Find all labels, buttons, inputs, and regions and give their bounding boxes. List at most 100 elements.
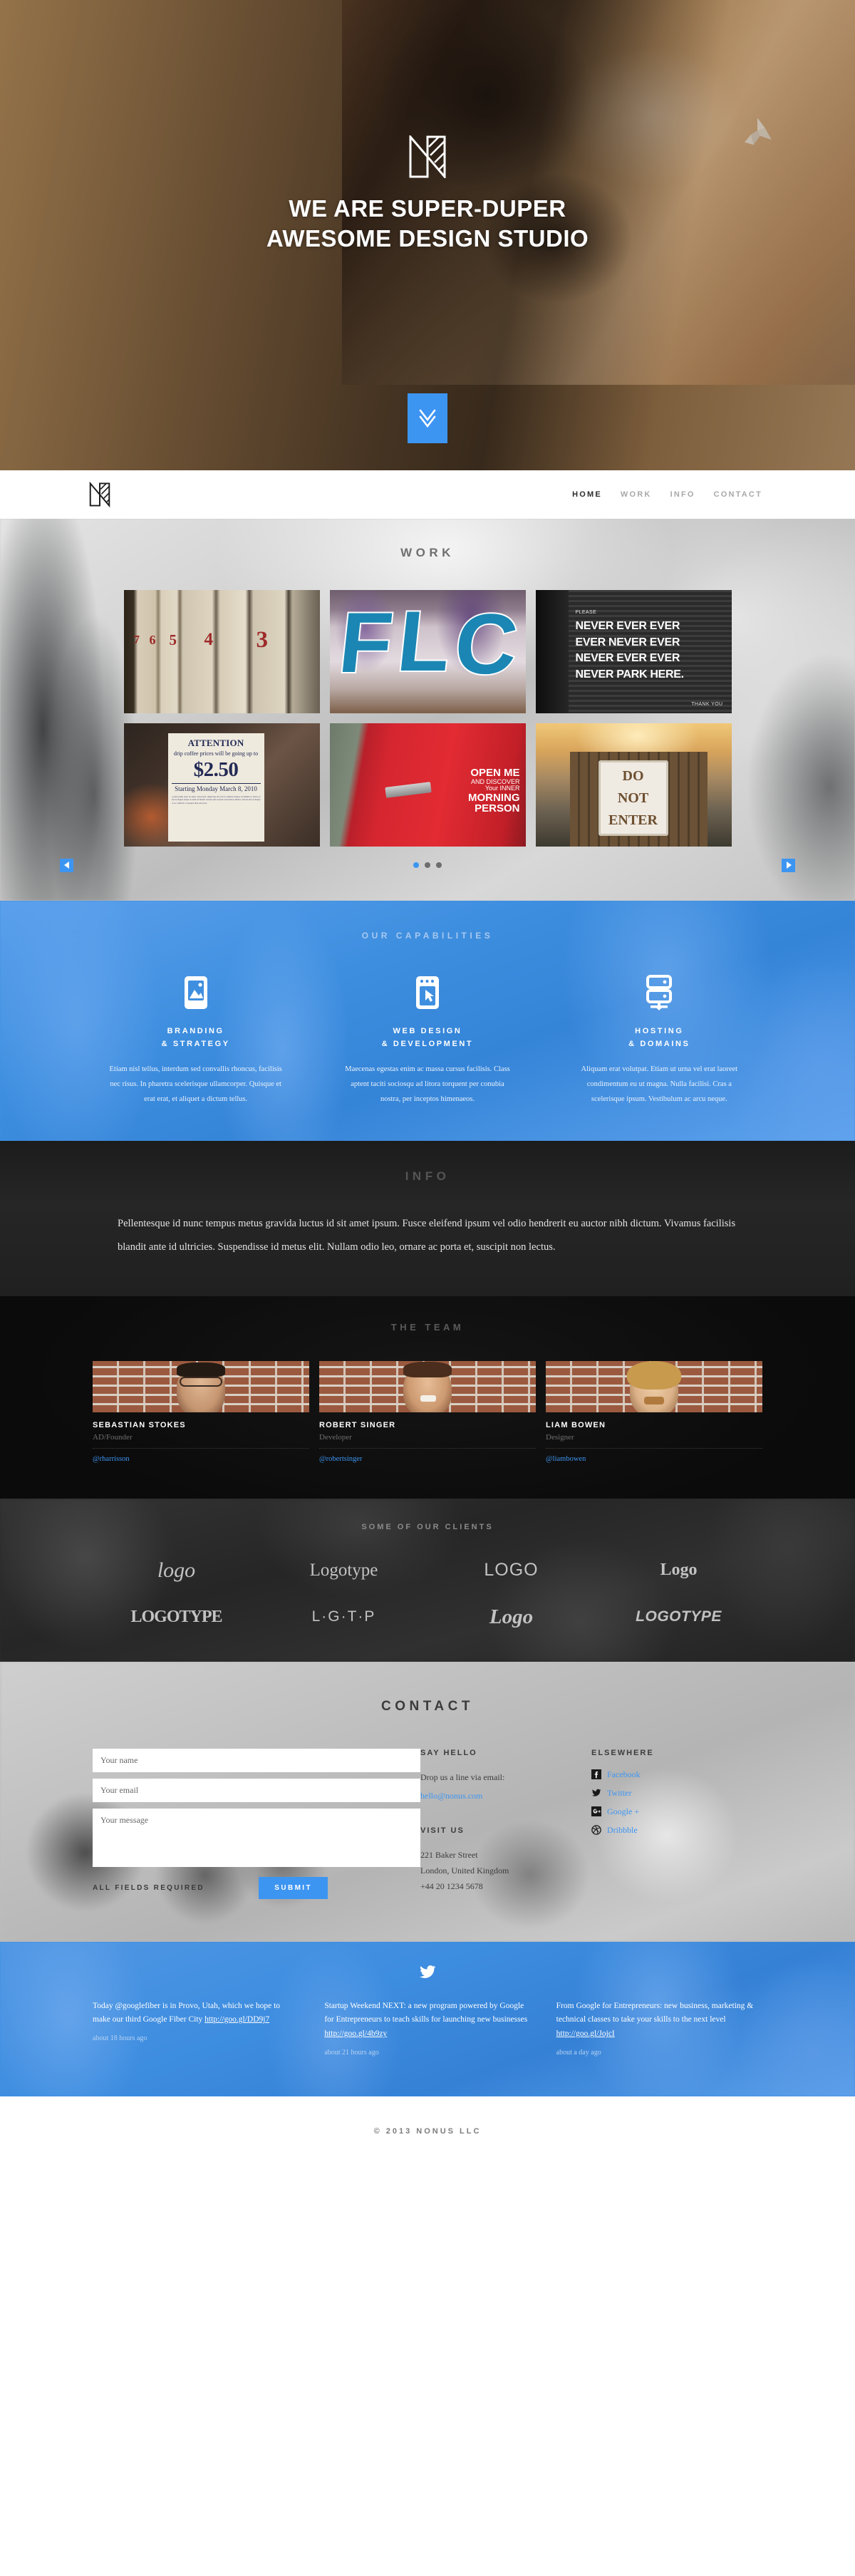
tweet-text: Startup Weekend NEXT: a new program powe… <box>324 2001 528 2039</box>
google-plus-label[interactable]: Google + <box>607 1806 639 1817</box>
email-input[interactable] <box>93 1778 420 1802</box>
nav-link-home[interactable]: HOME <box>572 490 602 499</box>
info-title: INFO <box>405 1169 450 1184</box>
required-fields-note: ALL FIELDS REQUIRED <box>93 1883 204 1892</box>
tweet-link[interactable]: http://goo.gl/4b9zy <box>324 2029 387 2038</box>
coffee-poster: ATTENTION drip coffee prices will be goi… <box>167 733 264 842</box>
carousel-dot-1[interactable] <box>413 862 419 868</box>
address-line-1: 221 Baker Street <box>420 1849 478 1860</box>
twitter-label[interactable]: Twitter <box>607 1788 631 1799</box>
team-photo-liam <box>546 1360 762 1412</box>
elsewhere-links: ELSEWHERE Facebook Twitter Google + Drib… <box>591 1749 762 1899</box>
info-body: Pellentesque id nunc tempus metus gravid… <box>118 1218 736 1253</box>
tweet-text: Today @googlefiber is in Provo, Utah, wh… <box>93 2001 281 2024</box>
social-link-twitter[interactable]: Twitter <box>591 1788 762 1799</box>
team-member-handle[interactable]: @liambowen <box>546 1455 586 1463</box>
phone-number: +44 20 1234 5678 <box>420 1881 483 1892</box>
work-item-red-door[interactable]: OPEN ME AND DISCOVER Your INNER MORNING … <box>329 723 526 847</box>
clients-grid: logo Logotype LOGO Logo LOGOTYPE L·G·T·P… <box>93 1558 762 1629</box>
scroll-down-button[interactable] <box>408 393 447 443</box>
page-footer: © 2013 NONUS LLC <box>0 2096 855 2166</box>
capability-web-design: WEB DESIGN & DEVELOPMENT Maecenas egesta… <box>324 972 530 1107</box>
tweet-link[interactable]: http://goo.gl/JojcI <box>556 2029 615 2038</box>
work-item-never-park-here[interactable]: PLEASE NEVER EVER EVER EVER NEVER EVER N… <box>535 590 732 713</box>
tweet-timestamp: about a day ago <box>556 2048 601 2057</box>
chevron-left-icon <box>63 862 69 869</box>
capabilities-grid: BRANDING & STRATEGY Etiam nisl tellus, i… <box>93 972 762 1107</box>
message-input[interactable] <box>93 1808 420 1867</box>
carousel-dot-2[interactable] <box>425 862 430 868</box>
team-member-name: SEBASTIAN STOKES <box>93 1420 186 1429</box>
carousel-dot-3[interactable] <box>436 862 442 868</box>
address-line-2: London, United Kingdom <box>420 1865 509 1876</box>
contact-email-link[interactable]: hello@nonus.com <box>420 1791 482 1801</box>
tweet-item: Startup Weekend NEXT: a new program powe… <box>324 2000 530 2057</box>
clients-section: SOME OF OUR CLIENTS logo Logotype LOGO L… <box>0 1498 855 1662</box>
contact-form: ALL FIELDS REQUIRED SUBMIT <box>93 1748 420 1899</box>
tweet-link[interactable]: http://goo.gl/DD9j7 <box>204 2015 269 2024</box>
client-logo-4[interactable]: Logo <box>660 1561 697 1580</box>
main-navigation: HOME WORK INFO CONTACT <box>0 470 855 519</box>
work-item-graffiti[interactable]: F L C <box>329 590 526 713</box>
twitter-bird-icon <box>420 1965 436 1978</box>
capability-web-design-name: WEB DESIGN & DEVELOPMENT <box>381 1027 474 1049</box>
visit-us-heading: VISIT US <box>420 1826 465 1835</box>
team-member-role: Designer <box>546 1433 762 1449</box>
social-link-facebook[interactable]: Facebook <box>591 1769 762 1780</box>
dribbble-icon <box>591 1825 601 1835</box>
capabilities-title: OUR CAPABILITIES <box>361 931 494 941</box>
work-item-numbered-doors[interactable]: 7 6 5 4 3 <box>123 590 320 713</box>
facebook-label[interactable]: Facebook <box>607 1769 641 1780</box>
hero-title: WE ARE SUPER-DUPER AWESOME DESIGN STUDIO <box>0 194 855 254</box>
hero-content: WE ARE SUPER-DUPER AWESOME DESIGN STUDIO <box>0 135 855 254</box>
client-logo-6[interactable]: L·G·T·P <box>312 1608 376 1625</box>
facebook-icon <box>591 1769 601 1780</box>
social-link-google-plus[interactable]: Google + <box>591 1806 762 1817</box>
social-link-dribbble[interactable]: Dribbble <box>591 1825 762 1836</box>
client-logo-2[interactable]: Logotype <box>310 1561 378 1581</box>
carousel-prev-button[interactable] <box>60 858 73 872</box>
nav-links: HOME WORK INFO CONTACT <box>572 490 762 499</box>
client-logo-5[interactable]: LOGOTYPE <box>130 1608 222 1627</box>
server-rack-icon <box>646 975 673 1010</box>
google-plus-icon <box>591 1806 601 1817</box>
do-not-enter-sign: DO NOT ENTER <box>598 760 668 836</box>
nonus-monogram-logo[interactable] <box>89 482 110 507</box>
work-item-do-not-enter[interactable]: DO NOT ENTER <box>535 723 732 847</box>
capability-web-design-desc: Maecenas egestas enim ac massa cursus fa… <box>345 1065 510 1104</box>
tweet-item: Today @googlefiber is in Provo, Utah, wh… <box>93 2000 299 2057</box>
team-title: THE TEAM <box>390 1321 465 1333</box>
team-member-handle[interactable]: @robertsinger <box>319 1455 362 1463</box>
carousel-next-button[interactable] <box>782 858 795 872</box>
name-input[interactable] <box>93 1748 420 1772</box>
team-member-role: Developer <box>319 1433 536 1449</box>
work-title: WORK <box>400 546 455 559</box>
copyright-text: © 2013 NONUS LLC <box>373 2126 482 2136</box>
team-grid: SEBASTIAN STOKES AD/Founder @rharrisson … <box>93 1360 762 1464</box>
work-item-coffee-poster[interactable]: ATTENTION drip coffee prices will be goi… <box>123 723 320 847</box>
nonus-monogram-logo <box>409 135 446 178</box>
tweet-text: From Google for Entrepreneurs: new busin… <box>556 2001 754 2039</box>
capability-hosting-desc: Aliquam erat volutpat. Etiam ut urna vel… <box>581 1065 738 1104</box>
client-logo-3[interactable]: LOGO <box>484 1560 538 1581</box>
client-logo-7[interactable]: Logo <box>489 1605 533 1629</box>
client-logo-8[interactable]: LOGOTYPE <box>636 1608 722 1625</box>
capabilities-section: OUR CAPABILITIES BRANDING & STRATEGY Eti… <box>0 901 855 1142</box>
team-member: LIAM BOWEN Designer @liambowen <box>546 1360 762 1464</box>
submit-button[interactable]: SUBMIT <box>259 1876 328 1899</box>
chevron-right-icon <box>786 862 792 869</box>
capability-branding-desc: Etiam nisl tellus, interdum sed convalli… <box>109 1065 282 1104</box>
team-photo-sebastian <box>93 1360 309 1412</box>
tweet-timestamp: about 21 hours ago <box>324 2048 379 2057</box>
nav-link-contact[interactable]: CONTACT <box>714 490 762 499</box>
client-logo-1[interactable]: logo <box>157 1558 195 1583</box>
nav-link-info[interactable]: INFO <box>670 490 695 499</box>
dribbble-label[interactable]: Dribbble <box>607 1825 638 1836</box>
tweets-grid: Today @googlefiber is in Provo, Utah, wh… <box>93 2000 762 2057</box>
elsewhere-heading: ELSEWHERE <box>591 1748 654 1757</box>
nav-link-work[interactable]: WORK <box>621 490 652 499</box>
contact-section: CONTACT ALL FIELDS REQUIRED SUBMIT SAY H… <box>0 1661 855 1942</box>
team-member-name: ROBERT SINGER <box>319 1420 396 1429</box>
team-member-handle[interactable]: @rharrisson <box>93 1455 130 1463</box>
open-me-text: OPEN ME AND DISCOVER Your INNER MORNING … <box>468 767 520 815</box>
